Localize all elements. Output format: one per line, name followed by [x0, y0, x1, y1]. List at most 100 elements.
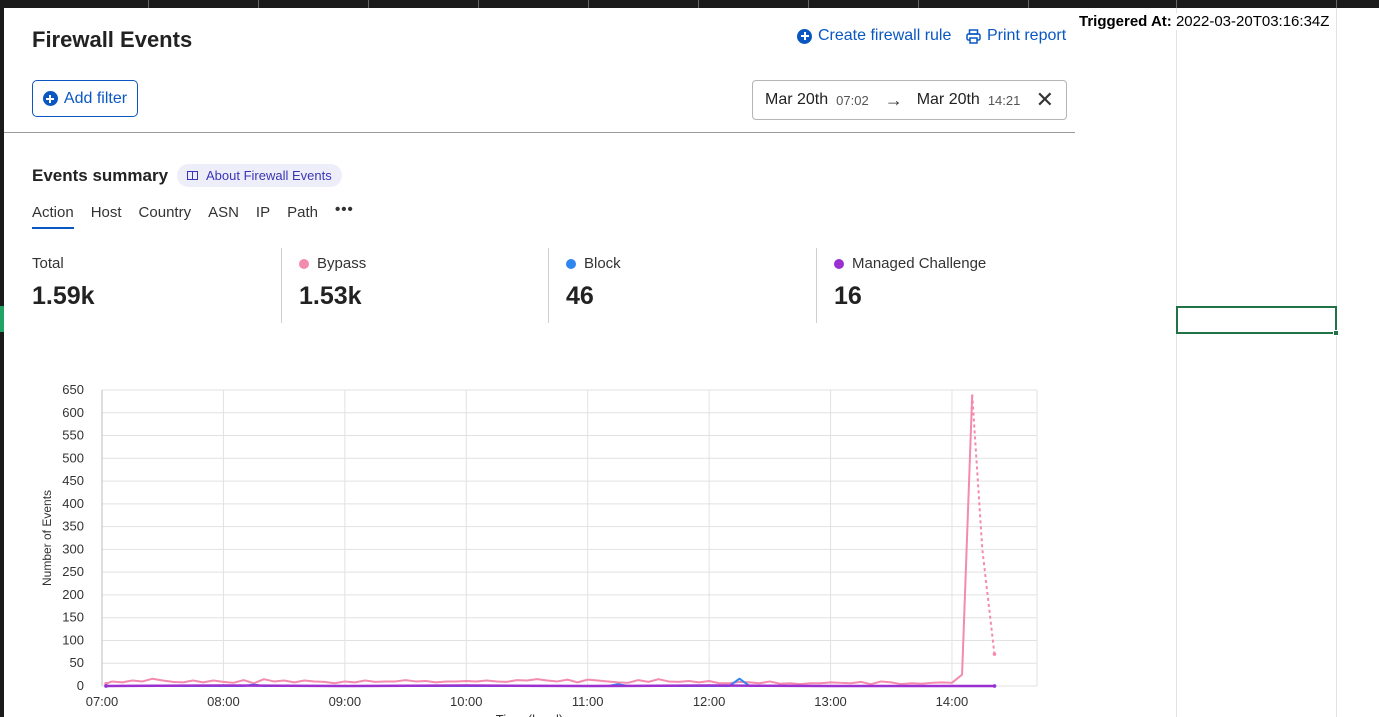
tab-ip[interactable]: IP	[256, 204, 270, 229]
x-tick-label: 13:00	[814, 694, 847, 709]
clear-range-icon[interactable]: ✕	[1036, 89, 1054, 111]
bypass-dot-icon	[299, 258, 309, 269]
x-tick-label: 07:00	[86, 694, 119, 709]
column-separator	[808, 0, 809, 8]
x-tick-label: 10:00	[450, 694, 483, 709]
about-firewall-events-label: About Firewall Events	[206, 168, 332, 183]
tab-asn[interactable]: ASN	[208, 204, 239, 229]
y-tick-label: 650	[62, 382, 84, 397]
metric-bypass[interactable]: Bypass 1.53k	[299, 255, 366, 311]
plus-circle-icon	[797, 28, 812, 44]
series-end-point	[992, 652, 997, 656]
metric-divider	[548, 248, 549, 323]
managed-challenge-dot-icon	[834, 258, 844, 269]
y-tick-label: 0	[77, 678, 84, 693]
x-tick-label: 12:00	[693, 694, 726, 709]
metric-managed-challenge[interactable]: Managed Challenge 16	[834, 255, 986, 311]
print-report-link[interactable]: Print report	[966, 27, 1066, 45]
book-icon	[187, 171, 198, 180]
add-filter-label: Add filter	[63, 89, 128, 107]
y-tick-label: 600	[62, 405, 84, 420]
summary-tabs: Action Host Country ASN IP Path •••	[32, 201, 354, 229]
range-end-date: Mar 20th	[916, 91, 980, 108]
create-firewall-rule-label: Create firewall rule	[818, 27, 952, 44]
tab-action[interactable]: Action	[32, 204, 74, 229]
column-separator	[148, 0, 149, 8]
x-axis-title: Time (local)	[496, 712, 563, 717]
y-axis-title: Number of Events	[40, 490, 54, 586]
metric-total: Total 1.59k	[32, 255, 95, 311]
column-separator	[368, 0, 369, 8]
grid-column-line	[1176, 8, 1177, 717]
y-tick-label: 500	[62, 450, 84, 465]
series-start-point	[104, 684, 108, 688]
x-tick-label: 11:00	[572, 694, 604, 709]
range-start-date: Mar 20th	[765, 91, 829, 108]
column-separator	[258, 0, 259, 8]
add-filter-button[interactable]: Add filter	[32, 80, 138, 117]
page-title: Firewall Events	[32, 27, 193, 52]
series-end-point	[992, 684, 997, 688]
fill-handle[interactable]	[1333, 330, 1339, 336]
y-tick-label: 550	[62, 428, 84, 443]
metric-block[interactable]: Block 46	[566, 255, 621, 311]
y-tick-label: 100	[62, 632, 84, 647]
y-tick-label: 350	[62, 519, 84, 534]
chart-canvas: 0 50 100 150 200 250 300 350 400 450 500 550 600 650 0…	[40, 382, 1038, 717]
metric-label-text: Total	[32, 255, 64, 272]
x-tick-label: 09:00	[329, 694, 362, 709]
more-tabs-icon[interactable]: •••	[335, 201, 354, 218]
about-firewall-events-link[interactable]: About Firewall Events	[177, 164, 342, 187]
x-tick-label: 08:00	[207, 694, 240, 709]
range-end-time: 14:21	[987, 92, 1021, 108]
column-separator	[1028, 0, 1029, 8]
create-firewall-rule-link[interactable]: Create firewall rule	[797, 27, 951, 45]
metric-divider	[816, 248, 817, 323]
y-tick-label: 450	[62, 473, 84, 488]
column-separator	[1176, 0, 1177, 8]
tab-country[interactable]: Country	[139, 204, 192, 229]
spreadsheet-column-header-bar	[0, 0, 1379, 8]
events-summary-title: Events summary	[32, 166, 169, 185]
grid-column-line	[1336, 8, 1337, 717]
y-tick-label: 400	[62, 496, 84, 511]
y-tick-label: 250	[62, 564, 84, 579]
tab-host[interactable]: Host	[91, 204, 122, 229]
y-tick-label: 300	[62, 541, 84, 556]
metric-label: Managed Challenge	[834, 255, 986, 272]
metric-value: 46	[566, 282, 594, 310]
series-line-bypass-partial	[971, 394, 996, 655]
triggered-at-value: 2022-03-20T03:16:34Z	[1175, 13, 1330, 30]
print-report-label: Print report	[987, 27, 1067, 44]
block-dot-icon	[566, 258, 576, 269]
metric-label-text: Managed Challenge	[852, 255, 987, 272]
spreadsheet-grid[interactable]	[1076, 8, 1379, 717]
printer-icon	[966, 28, 981, 44]
metric-label: Total	[32, 255, 95, 272]
metric-label-text: Block	[584, 255, 621, 272]
metric-value: 1.59k	[32, 282, 95, 310]
plus-circle-icon	[42, 91, 58, 106]
y-tick-label: 200	[62, 587, 84, 602]
arrow-right-icon: →	[884, 89, 903, 110]
x-tick-label: 14:00	[936, 694, 969, 709]
metric-value: 1.53k	[299, 282, 362, 310]
metric-value: 16	[834, 282, 862, 310]
column-separator	[698, 0, 699, 8]
header-divider	[4, 132, 1075, 133]
column-separator	[918, 0, 919, 8]
triggered-at-cell[interactable]: Triggered At: 2022-03-20T03:16:34Z	[1079, 13, 1330, 30]
range-start-time: 07:02	[836, 92, 869, 108]
firewall-events-panel: Firewall Events Create firewall rule Pri…	[4, 8, 1075, 717]
column-separator	[1336, 0, 1337, 8]
metric-label: Bypass	[299, 255, 366, 272]
selected-cell[interactable]	[1176, 306, 1339, 336]
metric-label-text: Bypass	[317, 255, 367, 272]
metric-divider	[281, 248, 282, 323]
tab-path[interactable]: Path	[287, 204, 318, 229]
y-tick-label: 50	[70, 655, 84, 670]
date-range-picker[interactable]: Mar 20th 07:02 → Mar 20th 14:21 ✕	[752, 80, 1067, 120]
events-timeseries-chart: 0 50 100 150 200 250 300 350 400 450 500 550 600 650 0…	[32, 368, 1072, 717]
column-separator	[478, 0, 479, 8]
column-separator	[588, 0, 589, 8]
